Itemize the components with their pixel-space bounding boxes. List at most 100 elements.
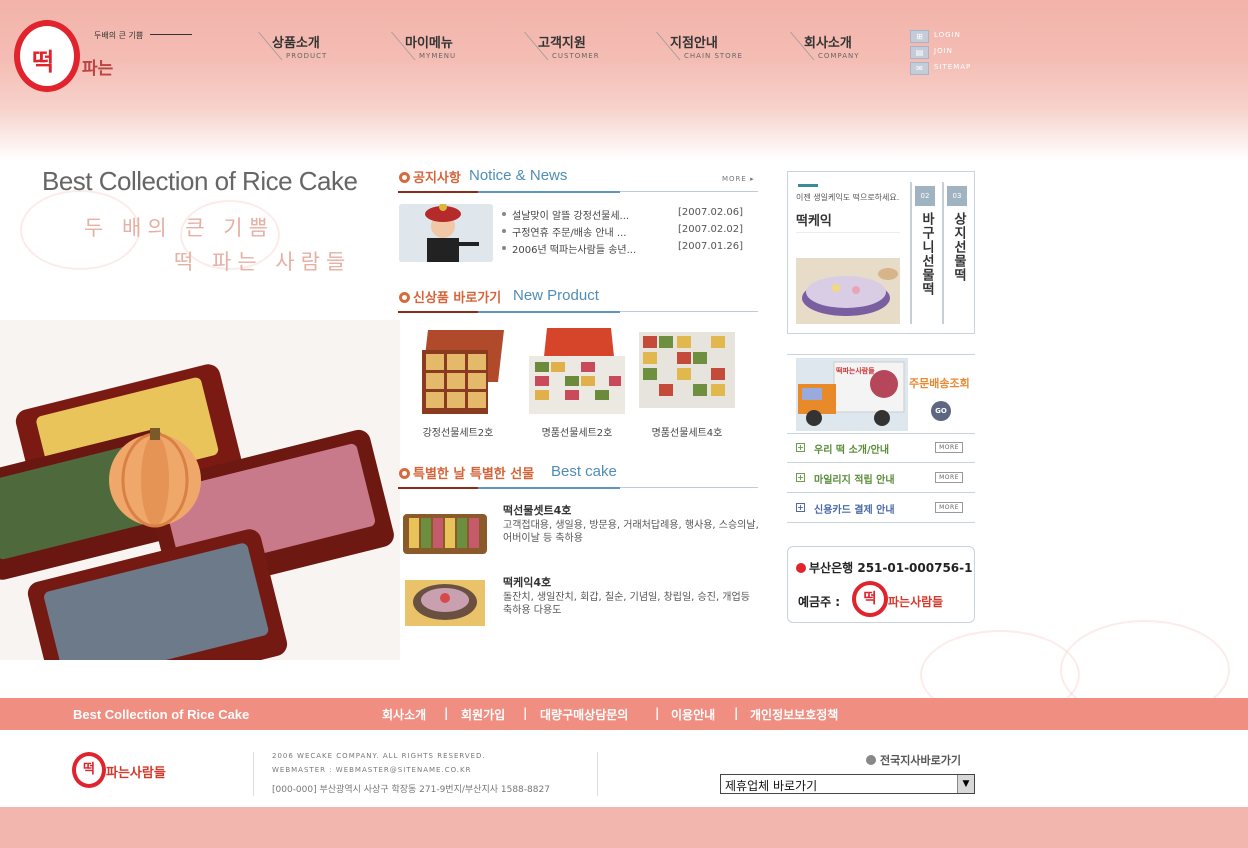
product-caption[interactable]: 강정선물세트2호 bbox=[402, 424, 514, 439]
plus-icon: + bbox=[796, 473, 805, 482]
more-button[interactable]: MORE bbox=[935, 442, 963, 453]
footer-link-guide[interactable]: 이용안내 bbox=[671, 706, 715, 723]
visual-slogan-line1: 두 배의 큰 기쁨 bbox=[84, 216, 274, 240]
section-title-ko: 공지사항 bbox=[413, 171, 461, 186]
link-credit-card[interactable]: + 신용카드 결제 안내 MORE bbox=[787, 493, 975, 523]
product-caption[interactable]: 명품선물세트2호 bbox=[521, 424, 633, 439]
gnb-sublabel: CUSTOMER bbox=[552, 52, 600, 60]
notice-date: [2007.02.02] bbox=[678, 224, 744, 235]
tab-number: 02 bbox=[915, 186, 935, 206]
gnb-mymenu[interactable]: 마이메뉴 MYMENU bbox=[391, 32, 501, 66]
gnb-label: 고객지원 bbox=[538, 36, 586, 51]
slogan-rule bbox=[150, 34, 192, 35]
more-button[interactable]: MORE bbox=[935, 472, 963, 483]
tab-label: 바구니선물떡 bbox=[919, 212, 934, 296]
address: [000-000] 부산광역시 사상구 학장동 271-9번지/부산지사 158… bbox=[272, 785, 550, 795]
tab-basket-gift[interactable]: 02 바구니선물떡 bbox=[910, 182, 936, 324]
gnb-sublabel: PRODUCT bbox=[286, 52, 328, 60]
depositor-label: 예금주 : bbox=[798, 595, 841, 609]
footer-nav: Best Collection of Rice Cake 회사소개 | 회원가입… bbox=[0, 698, 1248, 730]
gnb-label: 지점안내 bbox=[670, 36, 718, 51]
chevron-down-icon[interactable]: ▼ bbox=[957, 775, 974, 793]
best-item[interactable]: 떡선물셋트4호 고객접대용, 생일용, 방문용, 거래처답례용, 행사용, 스승… bbox=[398, 502, 759, 564]
best-item-title[interactable]: 떡케익4호 bbox=[503, 574, 551, 590]
link-mileage[interactable]: + 마일리지 적립 안내 MORE bbox=[787, 463, 975, 493]
notice-title[interactable]: 구정연휴 주문/배송 안내 ... bbox=[512, 224, 626, 239]
footer-link-join[interactable]: 회원가입 bbox=[461, 706, 505, 723]
delivery-go-button[interactable]: GO bbox=[931, 401, 951, 421]
more-button[interactable]: MORE bbox=[935, 502, 963, 513]
bank-account-text: 부산은행 251-01-000756-1 bbox=[809, 561, 973, 575]
header-background bbox=[0, 0, 1248, 160]
footer-separator: | bbox=[655, 706, 660, 720]
section-underline bbox=[398, 191, 620, 193]
new-product-header: 신상품 바로가기 New Product bbox=[398, 286, 758, 313]
login-link[interactable]: ⊞ LOGIN bbox=[910, 30, 990, 44]
circle-bullet-icon bbox=[399, 468, 410, 479]
notice-more-link[interactable]: MORE ▸ bbox=[722, 175, 755, 183]
truck-photo: 떡파는사람들 bbox=[796, 358, 908, 431]
notice-item[interactable]: 2006년 떡파는사람들 송년... [2007.01.26] bbox=[502, 240, 752, 257]
footer-logo[interactable]: 떡 파는사람들 bbox=[72, 752, 172, 792]
mail-icon: ✉ bbox=[910, 62, 929, 75]
bullet-icon bbox=[502, 229, 506, 233]
document-icon: ▤ bbox=[910, 46, 929, 59]
best-item-desc: 돌잔치, 생일잔치, 회갑, 칠순, 기념일, 창립일, 승진, 개업등 축하용… bbox=[503, 592, 750, 616]
link-intro[interactable]: + 우리 떡 소개/안내 MORE bbox=[787, 433, 975, 463]
link-label[interactable]: 신용카드 결제 안내 bbox=[814, 501, 895, 516]
product-card[interactable]: 명품선물세트4호 bbox=[631, 326, 743, 439]
branch-label-text: 전국지사바로가기 bbox=[880, 754, 961, 767]
tab-gift-cake[interactable]: 03 상지선물떡 bbox=[942, 182, 968, 324]
gnb-customer[interactable]: 고객지원 CUSTOMER bbox=[524, 32, 634, 66]
section-title-en: New Product bbox=[513, 287, 599, 304]
plus-icon: + bbox=[796, 443, 805, 452]
footer-link-privacy[interactable]: 개인정보보호정책 bbox=[750, 706, 838, 723]
plus-icon: + bbox=[796, 503, 805, 512]
footer-link-company[interactable]: 회사소개 bbox=[382, 706, 426, 723]
join-link[interactable]: ▤ JOIN bbox=[910, 46, 990, 60]
best-item-desc: 고객접대용, 생일용, 방문용, 거래처답례용, 행사용, 스승의날, 어버이날… bbox=[503, 520, 759, 544]
footer-link-bulk-order[interactable]: 대량구매상담문의 bbox=[540, 706, 628, 723]
product-card[interactable]: 명품선물세트2호 bbox=[521, 326, 633, 439]
visual-title: Best Collection of Rice Cake bbox=[42, 166, 358, 196]
gnb-chain-store[interactable]: 지점안내 CHAIN STORE bbox=[656, 32, 766, 66]
gnb-product[interactable]: 상품소개 PRODUCT bbox=[258, 32, 368, 66]
partner-select[interactable]: 제휴업체 바로가기 ▼ bbox=[720, 774, 975, 794]
util-label: LOGIN bbox=[934, 31, 961, 39]
best-cake-header: 특별한 날 특별한 선물 Best cake bbox=[398, 462, 758, 489]
best-item[interactable]: 떡케익4호 돌잔치, 생일잔치, 회갑, 칠순, 기념일, 창립일, 승진, 개… bbox=[398, 574, 758, 636]
branch-shortcut-label: 전국지사바로가기 bbox=[866, 752, 961, 768]
bank-account: 부산은행 251-01-000756-1 bbox=[796, 559, 972, 576]
sitemap-link[interactable]: ✉ SITEMAP bbox=[910, 62, 990, 76]
product-card[interactable]: 강정선물세트2호 bbox=[402, 326, 514, 439]
depositor-name: 파는사람들 bbox=[888, 595, 944, 609]
delivery-box: 떡파는사람들 주문배송조회 GO bbox=[787, 354, 975, 434]
logo-subtext: 파는 bbox=[82, 59, 114, 79]
bank-account-box: 부산은행 251-01-000756-1 예금주 : 떡 파는사람들 bbox=[787, 546, 975, 623]
gnb-label: 마이메뉴 bbox=[405, 36, 453, 51]
notice-date: [2007.02.06] bbox=[678, 207, 744, 218]
tab-number: 03 bbox=[947, 186, 967, 206]
cake-title[interactable]: 떡케익 bbox=[796, 210, 832, 229]
footer-separator: | bbox=[444, 706, 449, 720]
util-label: JOIN bbox=[934, 47, 953, 55]
best-item-image bbox=[401, 504, 489, 558]
select-value: 제휴업체 바로가기 bbox=[725, 779, 818, 793]
product-caption[interactable]: 명품선물세트4호 bbox=[631, 424, 743, 439]
gnb-label: 상품소개 bbox=[272, 36, 320, 51]
util-label: SITEMAP bbox=[934, 63, 972, 71]
notice-title[interactable]: 설날맞이 알뜰 강정선물세... bbox=[512, 207, 629, 222]
notice-item[interactable]: 설날맞이 알뜰 강정선물세... [2007.02.06] bbox=[502, 206, 752, 223]
gnb-company[interactable]: 회사소개 COMPANY bbox=[790, 32, 900, 66]
link-label[interactable]: 마일리지 적립 안내 bbox=[814, 471, 895, 486]
link-label[interactable]: 우리 떡 소개/안내 bbox=[814, 441, 889, 456]
logo-emblem: 떡 bbox=[14, 20, 80, 92]
circle-bullet-icon bbox=[399, 172, 410, 183]
bullet-icon bbox=[502, 246, 506, 250]
notice-title[interactable]: 2006년 떡파는사람들 송년... bbox=[512, 241, 636, 256]
notice-item[interactable]: 구정연휴 주문/배송 안내 ... [2007.02.02] bbox=[502, 223, 752, 240]
notice-thumbnail bbox=[399, 204, 493, 262]
cake-photo bbox=[796, 258, 900, 324]
best-item-title[interactable]: 떡선물셋트4호 bbox=[503, 502, 571, 518]
webmaster: WEBMASTER : WEBMASTER@SITENAME.CO.KR bbox=[272, 766, 472, 774]
